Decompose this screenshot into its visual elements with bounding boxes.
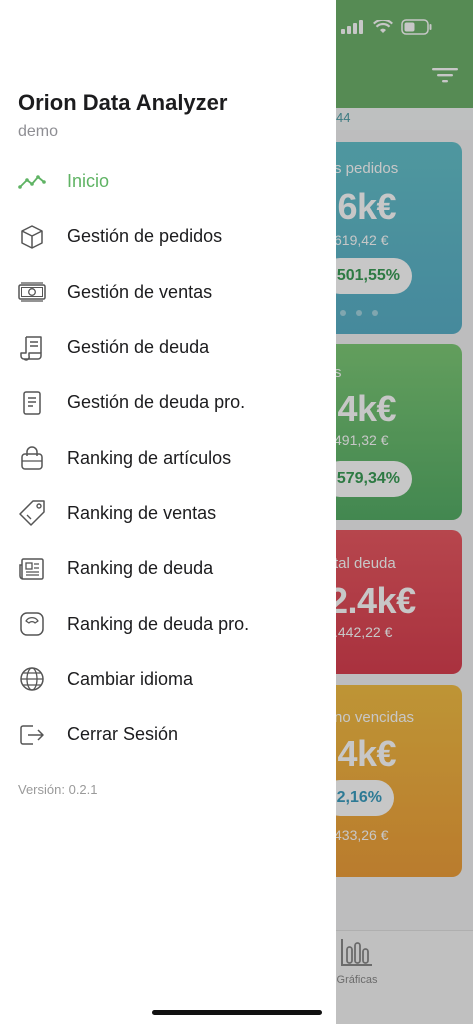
- side-drawer: Orion Data Analyzer demo Inicio Gestión …: [0, 0, 336, 1024]
- menu-item-label: Gestión de deuda pro.: [67, 392, 246, 413]
- user-name: demo: [18, 123, 59, 140]
- box-icon: [18, 223, 46, 251]
- tag-icon: [18, 499, 46, 527]
- menu-item-inicio[interactable]: Inicio: [0, 154, 336, 209]
- menu-item-label: Cambiar idioma: [67, 668, 194, 689]
- menu-item-label: Gestión de deuda: [67, 337, 210, 358]
- menu-item-label: Ranking de deuda pro.: [67, 613, 250, 634]
- scale-icon: [18, 610, 46, 638]
- menu-item-label: Gestión de pedidos: [67, 226, 223, 247]
- app-title: Orion Data Analyzer: [18, 90, 228, 115]
- shopping-bag-icon: [18, 444, 46, 472]
- document-icon: [18, 389, 46, 417]
- menu-item-gestion-deuda[interactable]: Gestión de deuda: [0, 320, 336, 375]
- globe-icon: [18, 665, 46, 693]
- menu-item-cambiar-idioma[interactable]: Cambiar idioma: [0, 652, 336, 707]
- drawer-menu: Inicio Gestión de pedidos Gestión de ven…: [0, 154, 336, 762]
- menu-item-ranking-deuda-pro[interactable]: Ranking de deuda pro.: [0, 596, 336, 651]
- menu-item-gestion-pedidos[interactable]: Gestión de pedidos: [0, 209, 336, 264]
- home-indicator[interactable]: [152, 1010, 322, 1015]
- receipt-icon: [18, 334, 46, 362]
- menu-item-ranking-ventas[interactable]: Ranking de ventas: [0, 486, 336, 541]
- trend-line-icon: [18, 168, 46, 196]
- version-label: Versión: 0.2.1: [18, 782, 98, 797]
- menu-item-label: Ranking de ventas: [67, 502, 217, 523]
- menu-item-label: Ranking de deuda: [67, 558, 214, 579]
- menu-item-gestion-ventas[interactable]: Gestión de ventas: [0, 265, 336, 320]
- menu-item-ranking-articulos[interactable]: Ranking de artículos: [0, 430, 336, 485]
- menu-item-ranking-deuda[interactable]: Ranking de deuda: [0, 541, 336, 596]
- menu-item-label: Inicio: [67, 171, 110, 192]
- menu-item-label: Cerrar Sesión: [67, 724, 179, 745]
- menu-item-cerrar-sesion[interactable]: Cerrar Sesión: [0, 707, 336, 762]
- logout-icon: [18, 721, 46, 749]
- menu-item-label: Gestión de ventas: [67, 281, 213, 302]
- newspaper-icon: [18, 555, 46, 583]
- menu-item-label: Ranking de artículos: [67, 447, 232, 468]
- cash-icon: [18, 278, 46, 306]
- menu-item-gestion-deuda-pro[interactable]: Gestión de deuda pro.: [0, 375, 336, 430]
